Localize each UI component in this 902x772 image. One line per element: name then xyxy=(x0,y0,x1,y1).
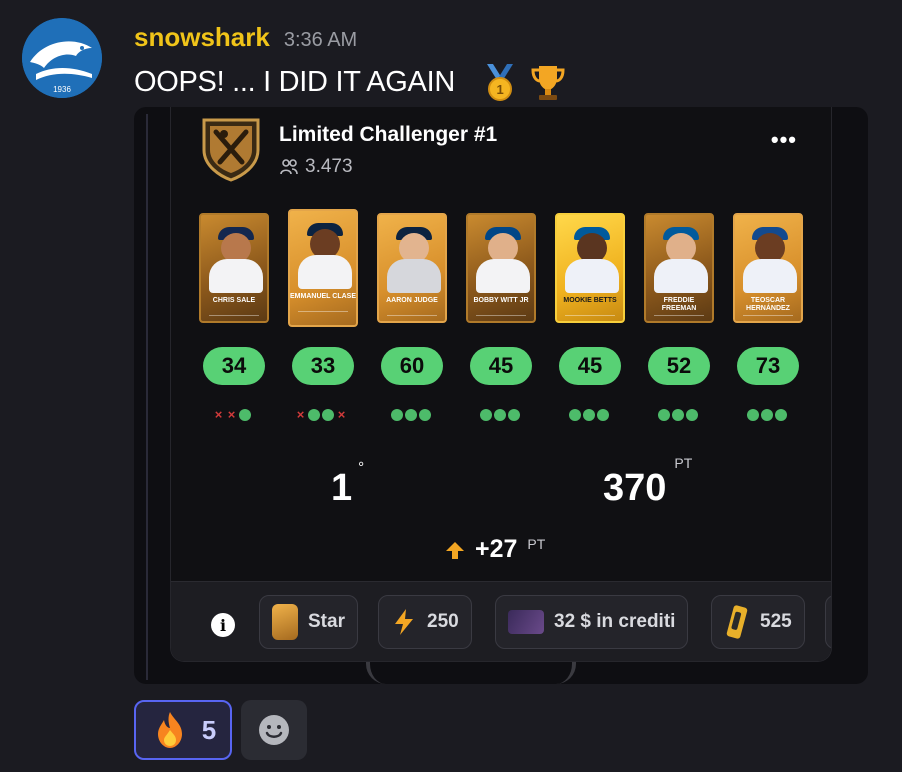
result-dots: × × xyxy=(213,407,251,423)
player-name: EMMANUEL CLASE xyxy=(290,293,356,300)
hit-dot xyxy=(322,409,334,421)
points-unit: PT xyxy=(674,455,693,472)
reward-credits[interactable]: 32 $ in crediti xyxy=(495,595,689,649)
trophy-icon xyxy=(531,66,565,100)
avatar-year: 1936 xyxy=(53,85,71,94)
player-card-witt[interactable]: BOBBY WITT JR xyxy=(466,213,536,323)
rank-display: 1 ° xyxy=(331,459,364,510)
hit-dot xyxy=(597,409,609,421)
hit-dot xyxy=(747,409,759,421)
result-dots xyxy=(480,407,520,423)
player-score: 52 xyxy=(648,347,710,385)
smiley-icon xyxy=(259,715,289,745)
player-score: 73 xyxy=(737,347,799,385)
user-avatar[interactable]: 1936 xyxy=(22,18,102,98)
hit-dot xyxy=(686,409,698,421)
points-value: 370 xyxy=(603,467,667,509)
player-score: 33 xyxy=(292,347,354,385)
reward-points[interactable]: 250 xyxy=(378,595,472,649)
hit-dot xyxy=(508,409,520,421)
hit-dot xyxy=(672,409,684,421)
hit-dot xyxy=(419,409,431,421)
reward-label: 32 $ in crediti xyxy=(554,611,676,632)
contest-card: Limited Challenger #1 3.473 ••• CHRIS SA… xyxy=(170,107,832,662)
miss-mark: × xyxy=(214,407,223,422)
player-name: MOOKIE BETTS xyxy=(563,297,617,304)
player-card-betts[interactable]: MOOKIE BETTS xyxy=(555,213,625,323)
fire-icon xyxy=(157,712,182,748)
points-delta: +27 PT xyxy=(445,535,545,564)
add-reaction-button[interactable] xyxy=(241,700,307,760)
delta-unit: PT xyxy=(527,535,546,552)
gold-pack-icon xyxy=(726,605,748,639)
result-dots xyxy=(569,407,609,423)
info-icon[interactable]: i xyxy=(211,613,235,637)
hit-dot xyxy=(583,409,595,421)
player-card-freeman[interactable]: FREDDIE FREEMAN xyxy=(644,213,714,323)
delta-value: +27 xyxy=(475,535,518,563)
result-dots xyxy=(747,407,787,423)
hit-dot xyxy=(239,409,251,421)
hit-dot xyxy=(494,409,506,421)
background-chair xyxy=(366,662,576,684)
timestamp: 3:36 AM xyxy=(283,29,358,51)
miss-mark: × xyxy=(227,407,236,422)
first-place-medal-icon: 1 xyxy=(487,64,514,101)
points-display: 370 PT xyxy=(603,455,692,510)
rank-suffix: ° xyxy=(358,459,365,477)
rank-value: 1 xyxy=(331,467,353,509)
player-score: 45 xyxy=(470,347,532,385)
rewards-bar: i Star 250 32 $ in crediti 525 xyxy=(171,581,831,661)
hit-dot xyxy=(761,409,773,421)
lightning-icon xyxy=(395,609,413,635)
player-score: 34 xyxy=(203,347,265,385)
participants-count: 3.473 xyxy=(279,156,353,178)
hit-dot xyxy=(775,409,787,421)
player-name: CHRIS SALE xyxy=(212,297,256,304)
message-header: snowshark 3:36 AM xyxy=(134,22,357,53)
player-name: FREDDIE FREEMAN xyxy=(661,297,697,312)
player-score: 60 xyxy=(381,347,443,385)
hit-dot xyxy=(391,409,403,421)
more-options-button[interactable]: ••• xyxy=(771,127,797,153)
player-card-clase[interactable]: EMMANUEL CLASE xyxy=(288,209,358,327)
embed-divider xyxy=(146,114,148,680)
reaction-count: 5 xyxy=(201,714,217,745)
result-dots xyxy=(391,407,431,423)
player-card-judge[interactable]: AARON JUDGE xyxy=(377,213,447,323)
message-text: OOPS! ... I DID IT AGAIN 1 xyxy=(134,62,567,102)
hit-dot xyxy=(569,409,581,421)
miss-mark: × xyxy=(296,407,305,422)
reward-star[interactable]: Star xyxy=(259,595,358,649)
reward-pack[interactable]: 525 xyxy=(711,595,805,649)
message-content: OOPS! ... I DID IT AGAIN xyxy=(134,65,456,98)
contest-badge-icon xyxy=(202,118,260,182)
people-icon xyxy=(280,159,298,175)
reward-label: 525 xyxy=(760,611,792,632)
player-name: BOBBY WITT JR xyxy=(473,297,529,304)
hit-dot xyxy=(480,409,492,421)
svg-text:1: 1 xyxy=(497,82,504,97)
result-dots: × × xyxy=(295,407,347,423)
participants-value: 3.473 xyxy=(305,156,353,177)
reward-more[interactable] xyxy=(825,595,831,649)
reward-label: 250 xyxy=(427,611,459,632)
hit-dot xyxy=(405,409,417,421)
contest-title: Limited Challenger #1 xyxy=(279,123,498,146)
reaction-fire[interactable]: 5 xyxy=(134,700,232,760)
username[interactable]: snowshark xyxy=(134,22,270,53)
player-name: TEOSCAR HERNÁNDEZ xyxy=(746,297,790,312)
result-dots xyxy=(658,407,698,423)
player-score: 45 xyxy=(559,347,621,385)
player-name: AARON JUDGE xyxy=(386,297,438,304)
credits-card-icon xyxy=(508,610,544,634)
miss-mark: × xyxy=(337,407,346,422)
reward-label: Star xyxy=(308,611,345,632)
hit-dot xyxy=(308,409,320,421)
arrow-up-icon xyxy=(446,541,464,559)
star-card-icon xyxy=(272,604,298,640)
player-card-hernandez[interactable]: TEOSCAR HERNÁNDEZ xyxy=(733,213,803,323)
player-card-sale[interactable]: CHRIS SALE xyxy=(199,213,269,323)
hit-dot xyxy=(658,409,670,421)
